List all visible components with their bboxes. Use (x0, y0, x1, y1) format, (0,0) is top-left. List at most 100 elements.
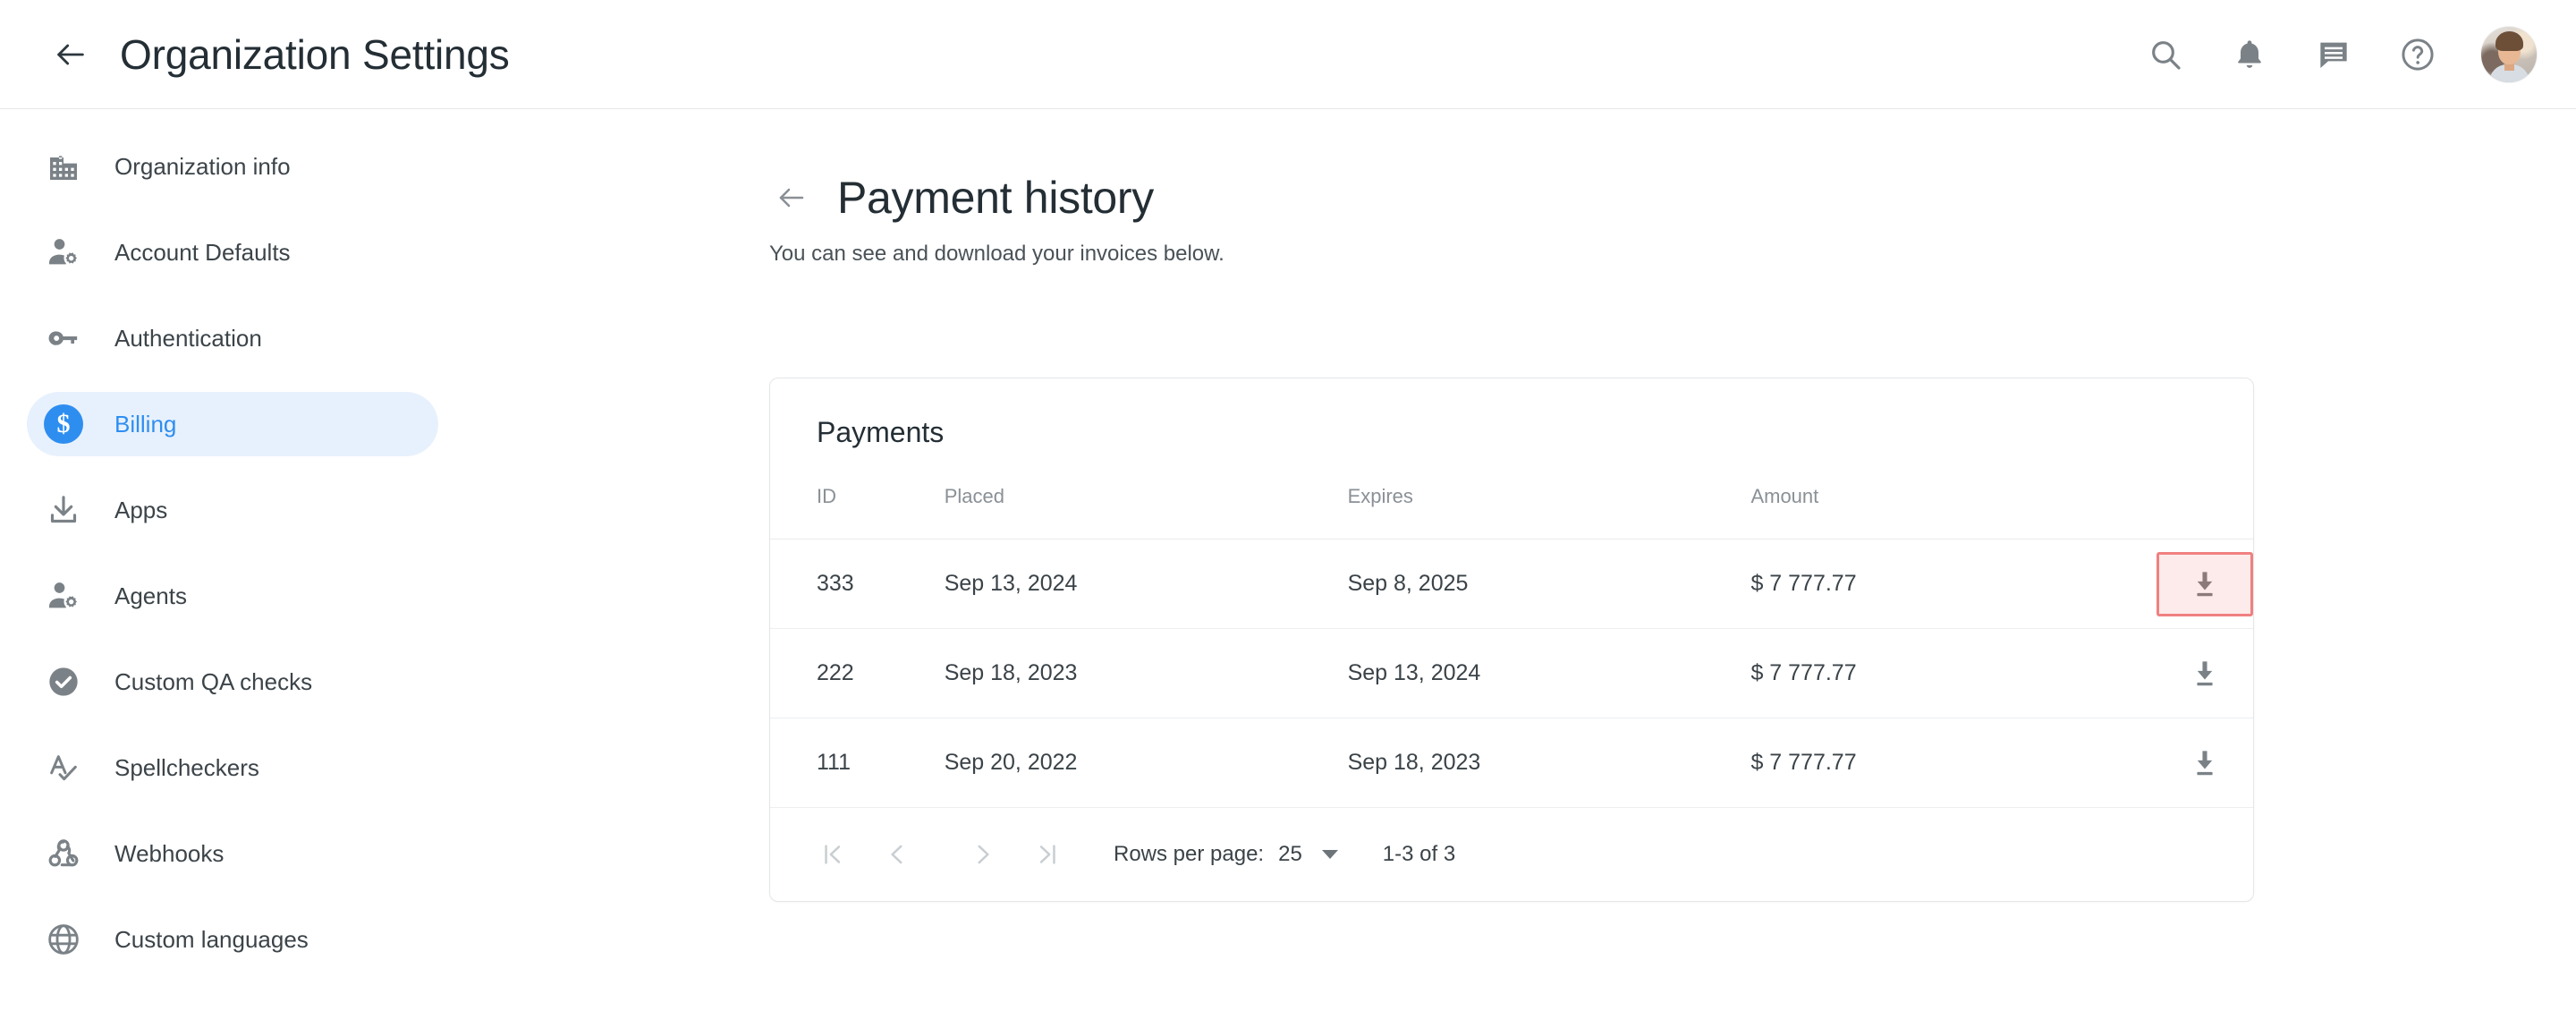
dollar-circle-icon: $ (43, 404, 84, 445)
sidebar-item-label: Account Defaults (114, 238, 291, 266)
sidebar-item-label: Agents (114, 582, 187, 609)
column-header-expires: Expires (1347, 485, 1751, 539)
page-back-button[interactable] (769, 175, 814, 220)
top-bar-actions (2145, 26, 2537, 82)
cell-expires: Sep 13, 2024 (1347, 628, 1751, 718)
sidebar-item-custom-languages[interactable]: Custom languages (27, 907, 438, 972)
sidebar-item-label: Custom languages (114, 925, 309, 953)
sidebar-item-account-defaults[interactable]: Account Defaults (27, 220, 438, 285)
download-invoice-button[interactable] (2157, 641, 2253, 706)
page-title-row: Payment history (769, 172, 1224, 224)
page-subtitle: You can see and download your invoices b… (769, 242, 1224, 266)
sidebar-item-billing[interactable]: $ Billing (27, 392, 438, 456)
cell-amount: $ 7 777.77 (1750, 718, 2118, 808)
app-root: Organization Settings Organization info … (0, 0, 2576, 1011)
pagination-range-label: 1-3 of 3 (1382, 842, 1456, 866)
cell-id: 222 (770, 628, 945, 718)
check-circle-icon (43, 661, 84, 702)
cell-expires: Sep 8, 2025 (1347, 539, 1751, 629)
webhook-icon (43, 833, 84, 874)
chevron-right-icon (978, 845, 989, 864)
first-page-icon (825, 845, 841, 864)
help-icon (2402, 38, 2434, 71)
pagination-bar: Rows per page: 25 1-3 of 3 (770, 808, 2253, 901)
page-heading-block: Payment history You can see and download… (769, 172, 1224, 267)
avatar[interactable] (2481, 26, 2537, 82)
sidebar-item-webhooks[interactable]: Webhooks (27, 821, 438, 886)
sidebar-item-label: Organization info (114, 152, 291, 180)
key-icon (43, 318, 84, 359)
chevron-left-icon (891, 845, 902, 864)
globe-icon (43, 919, 84, 960)
column-header-id: ID (770, 485, 945, 539)
cell-id: 333 (770, 539, 945, 629)
first-page-button[interactable] (801, 822, 865, 887)
column-header-placed: Placed (944, 485, 1348, 539)
table-row: 333 Sep 13, 2024 Sep 8, 2025 $ 7 777.77 (770, 539, 2253, 629)
sidebar-item-apps[interactable]: Apps (27, 478, 438, 542)
table-row: 222 Sep 18, 2023 Sep 13, 2024 $ 7 777.77 (770, 628, 2253, 718)
previous-page-button[interactable] (865, 822, 929, 887)
cell-actions (2117, 628, 2253, 718)
download-icon (2197, 750, 2213, 775)
main-content: Payment history You can see and download… (465, 109, 2576, 1011)
spellcheck-icon (43, 747, 84, 788)
building-icon (43, 146, 84, 187)
sidebar-item-label: Billing (114, 410, 177, 438)
card-title: Payments (817, 416, 945, 448)
sidebar-item-spellcheckers[interactable]: Spellcheckers (27, 735, 438, 800)
arrow-left-icon (57, 44, 84, 64)
chat-icon (2320, 42, 2347, 68)
next-page-button[interactable] (951, 822, 1015, 887)
sidebar: Organization info Account Defaults Authe… (0, 109, 465, 1011)
bell-icon (2238, 39, 2261, 68)
arrow-left-icon (779, 188, 804, 208)
chevron-down-icon (1321, 850, 1338, 859)
rows-per-page-label: Rows per page: (1114, 842, 1265, 866)
messages-button[interactable] (2313, 34, 2354, 75)
back-button[interactable] (43, 27, 98, 82)
download-icon (2197, 571, 2213, 596)
download-icon (43, 489, 84, 531)
page-title: Payment history (837, 173, 1154, 223)
download-icon (2197, 660, 2213, 685)
sidebar-item-agents[interactable]: Agents (27, 564, 438, 628)
help-button[interactable] (2397, 34, 2438, 75)
notifications-button[interactable] (2229, 34, 2270, 75)
sidebar-item-label: Webhooks (114, 839, 225, 867)
cell-placed: Sep 13, 2024 (944, 539, 1348, 629)
cell-actions (2117, 718, 2253, 808)
cell-placed: Sep 18, 2023 (944, 628, 1348, 718)
rows-per-page-select[interactable] (1321, 850, 1338, 859)
column-header-amount: Amount (1750, 485, 2118, 539)
table-body: 333 Sep 13, 2024 Sep 8, 2025 $ 7 777.77 (770, 539, 2253, 808)
cell-placed: Sep 20, 2022 (944, 718, 1348, 808)
cell-actions (2117, 539, 2253, 629)
last-page-button[interactable] (1015, 822, 1080, 887)
person-gear-icon (43, 575, 84, 616)
sidebar-item-label: Authentication (114, 324, 262, 352)
sidebar-item-label: Spellcheckers (114, 753, 259, 781)
sidebar-item-organization-info[interactable]: Organization info (27, 134, 438, 199)
person-gear-icon (43, 232, 84, 273)
cell-amount: $ 7 777.77 (1750, 628, 2118, 718)
sidebar-item-label: Custom QA checks (114, 667, 313, 695)
payments-card: Payments ID Placed Expires Amount 333 Se… (769, 378, 2254, 902)
table-head: ID Placed Expires Amount (770, 485, 2253, 539)
sidebar-item-label: Apps (114, 496, 168, 523)
rows-per-page-value[interactable]: 25 (1278, 842, 1302, 867)
column-header-actions (2117, 485, 2253, 539)
cell-expires: Sep 18, 2023 (1347, 718, 1751, 808)
download-invoice-button[interactable] (2157, 551, 2253, 616)
download-invoice-button[interactable] (2157, 731, 2253, 795)
search-button[interactable] (2145, 34, 2186, 75)
cell-amount: $ 7 777.77 (1750, 539, 2118, 629)
last-page-icon (1039, 845, 1055, 864)
sidebar-item-custom-qa-checks[interactable]: Custom QA checks (27, 650, 438, 714)
search-icon (2152, 40, 2181, 70)
payments-table: ID Placed Expires Amount 333 Sep 13, 202… (770, 485, 2253, 808)
table-header-row: ID Placed Expires Amount (770, 485, 2253, 539)
sidebar-item-authentication[interactable]: Authentication (27, 306, 438, 370)
top-bar: Organization Settings (0, 0, 2576, 109)
page-header-title: Organization Settings (120, 30, 510, 78)
